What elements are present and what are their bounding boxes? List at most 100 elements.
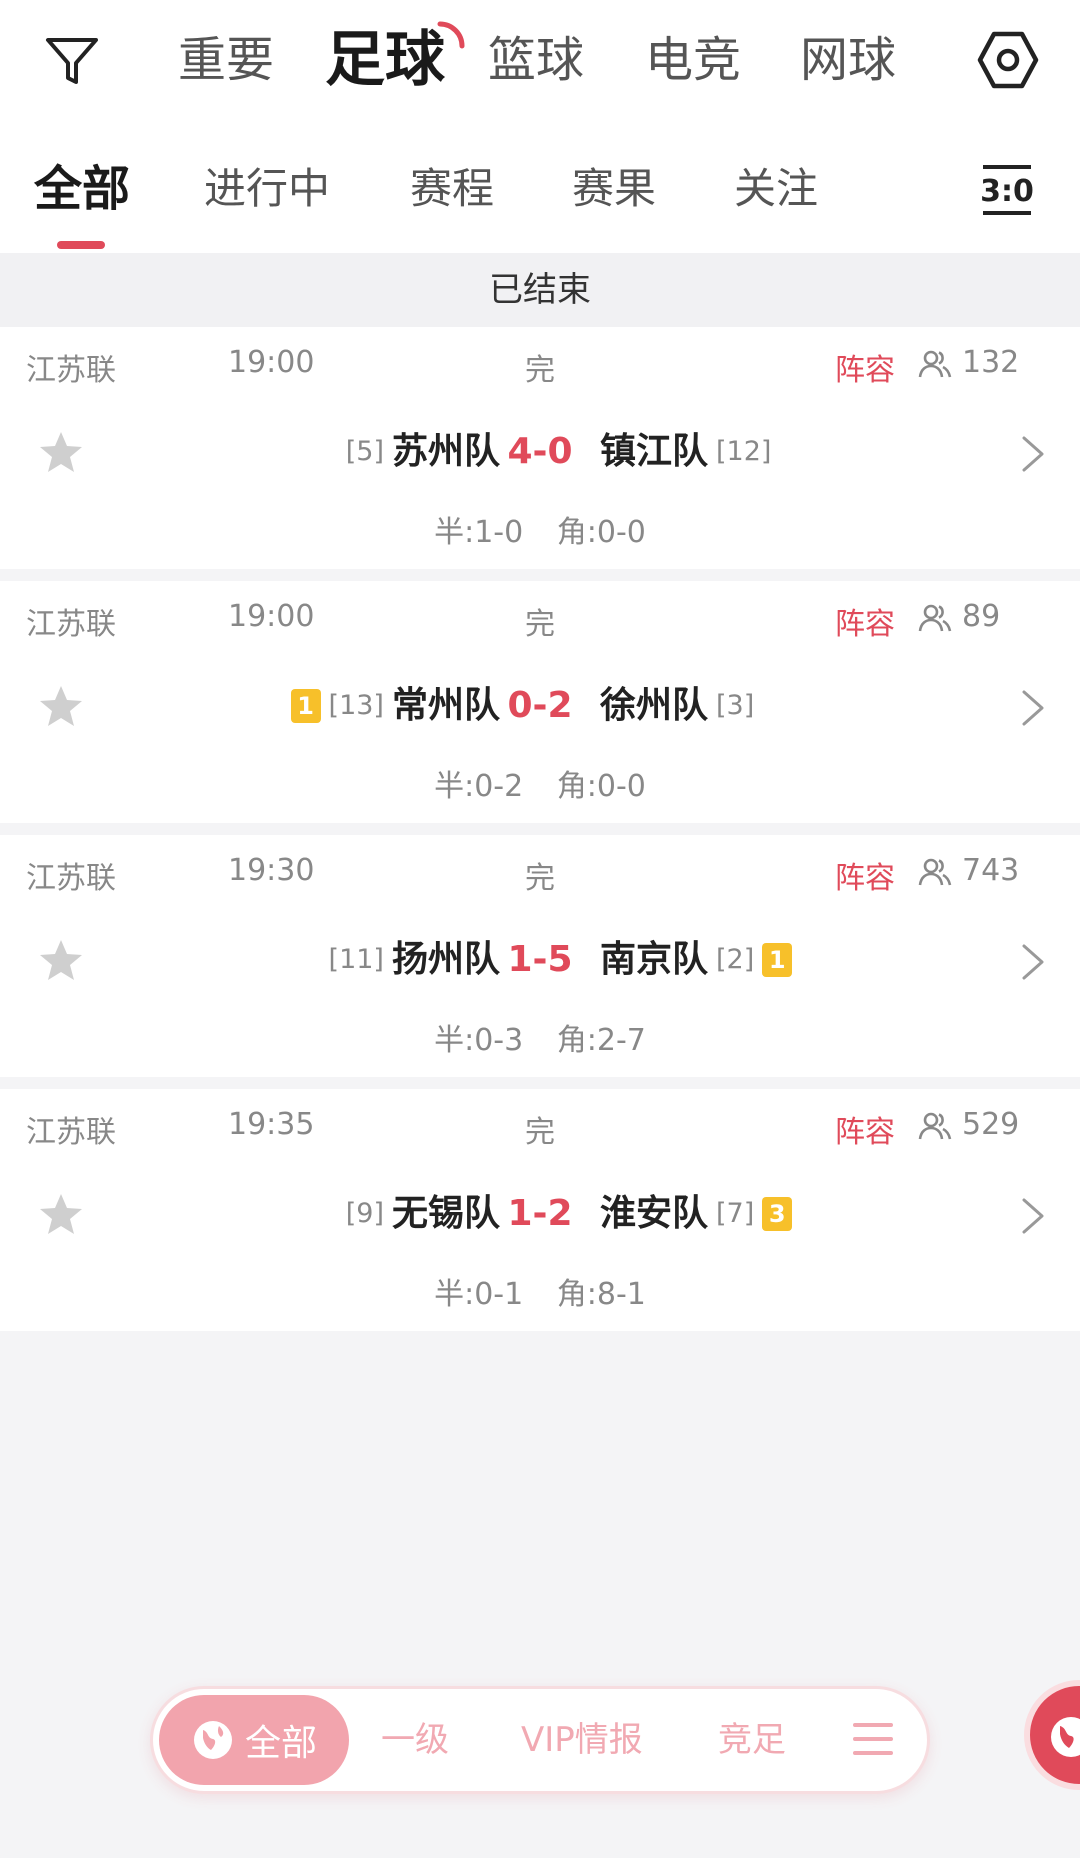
- match-score: 1-2: [507, 1193, 573, 1234]
- active-indicator-arc-icon: [437, 21, 465, 49]
- sport-tab-bar: 重要 足球 篮球 电竞 网球: [0, 0, 1080, 125]
- corner-score: 角:0-0: [556, 515, 646, 550]
- yellow-card-badge: 3: [762, 1197, 793, 1231]
- match-stats: 半:0-1 角:8-1: [0, 1269, 1080, 1313]
- half-time-score: 半:0-1: [434, 1277, 524, 1312]
- filter-icon[interactable]: [42, 30, 102, 90]
- tab-important[interactable]: 重要: [178, 24, 274, 96]
- section-header-finished: 已结束: [0, 253, 1080, 327]
- corner-score: 角:8-1: [556, 1277, 646, 1312]
- star-icon[interactable]: [38, 937, 84, 983]
- home-rank: [5]: [345, 436, 384, 467]
- away-team-name: 淮安队: [600, 1193, 709, 1234]
- bottom-filter-level-one[interactable]: 一级: [381, 1689, 449, 1791]
- tab-basketball[interactable]: 篮球: [488, 24, 584, 96]
- tab-tennis[interactable]: 网球: [800, 24, 896, 96]
- corner-score: 角:2-7: [556, 1023, 646, 1058]
- tab-esports[interactable]: 电竞: [645, 24, 741, 96]
- home-team: [9] 无锡队: [346, 1184, 500, 1244]
- chevron-right-icon[interactable]: [1020, 434, 1046, 474]
- home-team: [5] 苏州队: [346, 422, 500, 482]
- bottom-filter-all-button[interactable]: 全部: [159, 1695, 349, 1785]
- globe-icon: [1051, 1717, 1080, 1757]
- half-time-score: 半:1-0: [434, 515, 524, 550]
- match-stats: 半:0-2 角:0-0: [0, 761, 1080, 805]
- away-team-name: 徐州队: [600, 685, 709, 726]
- away-team: 徐州队 [3]: [600, 676, 754, 736]
- away-team: 淮安队 [7] 3: [600, 1184, 793, 1244]
- menu-icon[interactable]: [853, 1721, 893, 1757]
- match-time: 19:35: [228, 1107, 315, 1142]
- people-icon: [918, 1112, 952, 1140]
- tab-all[interactable]: 全部: [34, 159, 130, 219]
- away-rank: [7]: [716, 1198, 755, 1229]
- lineup-link[interactable]: 阵容: [835, 1107, 895, 1151]
- match-league: 江苏联: [26, 607, 116, 642]
- yellow-card-badge: 1: [762, 943, 793, 977]
- away-team: 镇江队 [12]: [600, 422, 771, 482]
- home-rank: [9]: [345, 1198, 384, 1229]
- tab-results[interactable]: 赛果: [572, 159, 656, 219]
- away-team: 南京队 [2] 1: [600, 930, 793, 990]
- match-league: 江苏联: [26, 353, 116, 388]
- match-scoreline: [5] 苏州队 4-0 镇江队 [12]: [140, 422, 940, 482]
- match-stats: 半:0-3 角:2-7: [0, 1015, 1080, 1059]
- home-rank: [13]: [328, 690, 384, 721]
- match-league: 江苏联: [26, 1115, 116, 1150]
- match-card[interactable]: 江苏联 19:00 完 阵容 89 1 [13] 常州队 0-2 徐州队 [3]: [0, 581, 1080, 823]
- away-rank: [2]: [716, 944, 755, 975]
- bottom-filter-vip[interactable]: VIP情报: [521, 1689, 643, 1791]
- match-card[interactable]: 江苏联 19:00 完 阵容 132 [5] 苏州队 4-0 镇江队 [12]: [0, 327, 1080, 569]
- match-status: 完: [525, 607, 555, 642]
- view-count: 529: [962, 1107, 1020, 1142]
- view-count: 89: [962, 599, 1001, 634]
- match-score: 4-0: [507, 431, 573, 472]
- match-status: 完: [525, 353, 555, 388]
- match-card[interactable]: 江苏联 19:30 完 阵容 743 [11] 扬州队 1-5 南京队 [2] …: [0, 835, 1080, 1077]
- home-team: 1 [13] 常州队: [290, 676, 500, 736]
- home-team: [11] 扬州队: [329, 930, 500, 990]
- settings-icon[interactable]: [976, 28, 1040, 92]
- match-status: 完: [525, 1115, 555, 1150]
- match-scoreline: 1 [13] 常州队 0-2 徐州队 [3]: [140, 676, 940, 736]
- away-rank: [3]: [716, 690, 755, 721]
- people-icon: [918, 858, 952, 886]
- match-score: 1-5: [507, 939, 573, 980]
- bottom-filter-lottery[interactable]: 竞足: [718, 1689, 786, 1791]
- lineup-link[interactable]: 阵容: [835, 599, 895, 643]
- home-rank: [11]: [328, 944, 384, 975]
- lineup-link[interactable]: 阵容: [835, 345, 895, 389]
- floating-action-button[interactable]: [1024, 1680, 1080, 1790]
- tab-following[interactable]: 关注: [734, 159, 818, 219]
- score-icon-text: 3:0: [981, 174, 1033, 209]
- bottom-filter-bar: 全部 一级 VIP情报 竞足: [150, 1686, 930, 1794]
- star-icon[interactable]: [38, 683, 84, 729]
- star-icon[interactable]: [38, 429, 84, 475]
- away-team-name: 镇江队: [600, 431, 709, 472]
- match-score: 0-2: [507, 685, 573, 726]
- match-scoreline: [11] 扬州队 1-5 南京队 [2] 1: [140, 930, 940, 990]
- tab-schedule[interactable]: 赛程: [410, 159, 494, 219]
- away-rank: [12]: [716, 436, 772, 467]
- active-tab-underline: [57, 241, 105, 249]
- view-count: 132: [962, 345, 1020, 380]
- match-card[interactable]: 江苏联 19:35 完 阵容 529 [9] 无锡队 1-2 淮安队 [7] 3: [0, 1089, 1080, 1331]
- match-time: 19:00: [228, 345, 315, 380]
- tab-football[interactable]: 足球: [325, 24, 445, 96]
- lineup-link[interactable]: 阵容: [835, 853, 895, 897]
- match-time: 19:00: [228, 599, 315, 634]
- match-scoreline: [9] 无锡队 1-2 淮安队 [7] 3: [140, 1184, 940, 1244]
- match-time: 19:30: [228, 853, 315, 888]
- chevron-right-icon[interactable]: [1020, 942, 1046, 982]
- score-icon[interactable]: 3:0: [981, 163, 1033, 217]
- people-icon: [918, 350, 952, 378]
- chevron-right-icon[interactable]: [1020, 1196, 1046, 1236]
- chevron-right-icon[interactable]: [1020, 688, 1046, 728]
- people-icon: [918, 604, 952, 632]
- corner-score: 角:0-0: [556, 769, 646, 804]
- yellow-card-badge: 1: [290, 689, 321, 723]
- filter-tab-bar: 全部 进行中 赛程 赛果 关注 3:0: [0, 125, 1080, 253]
- tab-in-progress[interactable]: 进行中: [204, 159, 330, 219]
- star-icon[interactable]: [38, 1191, 84, 1237]
- away-team-name: 南京队: [600, 939, 709, 980]
